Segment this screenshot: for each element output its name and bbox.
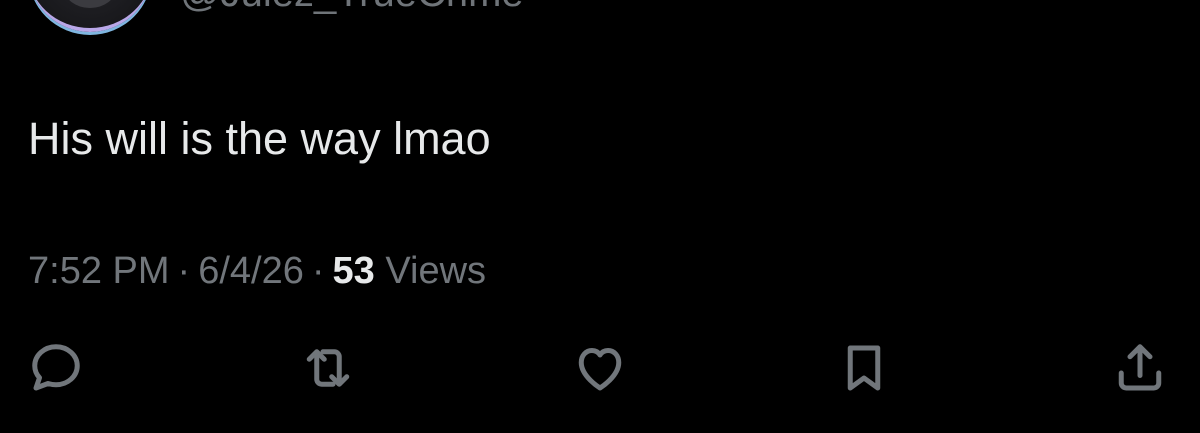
- tweet-meta: 7:52 PM · 6/4/26 · 53 Views: [28, 249, 486, 295]
- tweet-date[interactable]: 6/4/26: [198, 250, 304, 292]
- user-handle[interactable]: @Julez_TrueCrime: [180, 0, 524, 13]
- share-button[interactable]: [1108, 336, 1172, 400]
- tweet-text: His will is the way lmao: [28, 113, 491, 164]
- heart-icon: [578, 348, 622, 391]
- reply-button[interactable]: [24, 336, 88, 400]
- views-count: 53: [332, 250, 375, 292]
- meta-separator: ·: [177, 250, 191, 292]
- repost-button[interactable]: [296, 336, 360, 400]
- meta-separator: ·: [311, 250, 325, 292]
- avatar-image: [64, 0, 116, 8]
- avatar[interactable]: [28, 0, 152, 32]
- share-icon: [1118, 344, 1162, 391]
- bookmark-button[interactable]: [832, 336, 896, 400]
- like-button[interactable]: [568, 336, 632, 400]
- speech-bubble-icon: [32, 344, 80, 391]
- bookmark-icon: [847, 345, 881, 391]
- action-bar: [0, 336, 1200, 400]
- tweet-time[interactable]: 7:52 PM: [28, 250, 170, 292]
- views-label: Views: [385, 250, 487, 292]
- repost-icon: [306, 349, 350, 387]
